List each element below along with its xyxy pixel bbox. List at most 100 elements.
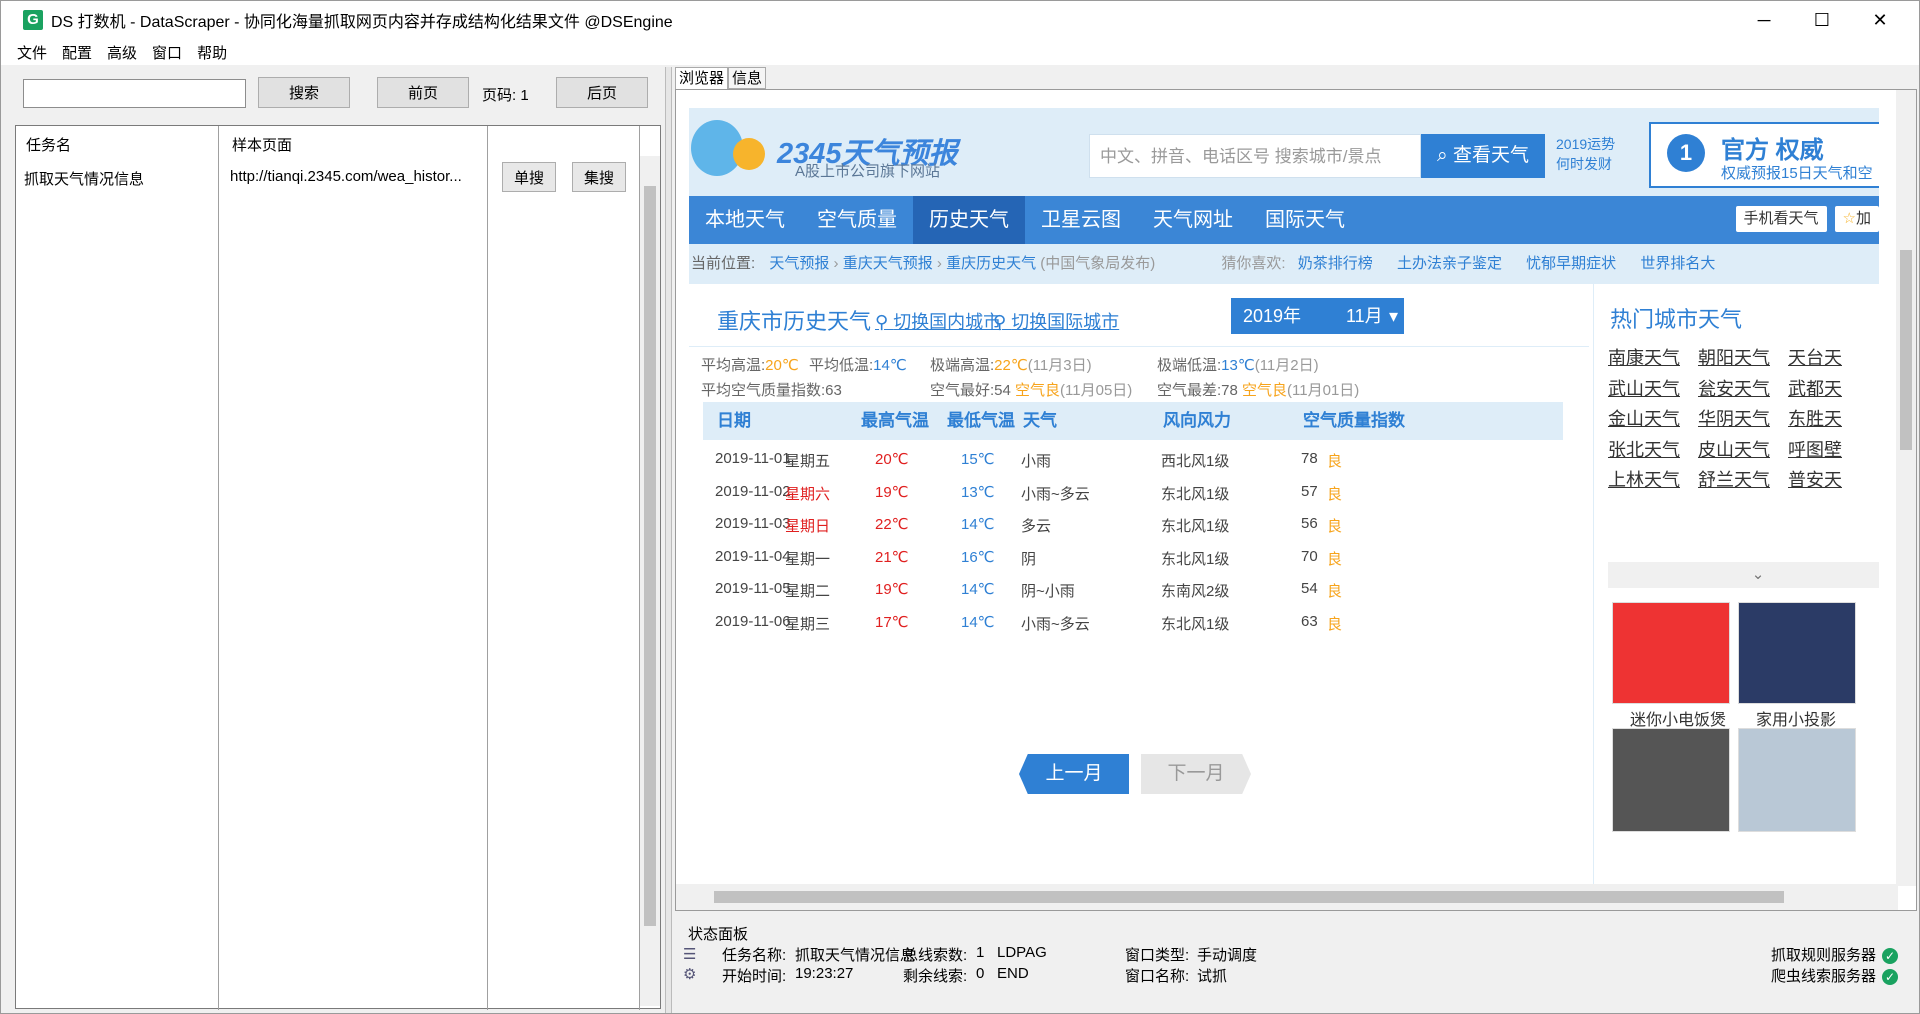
hot-city-link[interactable]: 天台天 bbox=[1788, 344, 1842, 370]
hot-city-link[interactable]: 上林天气 bbox=[1608, 466, 1680, 492]
browser-hscroll[interactable] bbox=[676, 884, 1898, 910]
year-select[interactable]: 2019年▾ bbox=[1231, 298, 1351, 334]
nav-sites[interactable]: 天气网址 bbox=[1137, 196, 1249, 244]
nav-satellite[interactable]: 卫星云图 bbox=[1025, 196, 1137, 244]
minimize-button[interactable]: ─ bbox=[1735, 1, 1793, 39]
row-weather: 阴~小雨 bbox=[1021, 583, 1075, 600]
avg-low-label: 平均低温: bbox=[809, 357, 874, 374]
hot-city-link[interactable]: 舒兰天气 bbox=[1698, 466, 1770, 492]
hot-city-link[interactable]: 华阴天气 bbox=[1698, 405, 1770, 431]
ad-note[interactable]: 2019运势 何时发财 bbox=[1556, 134, 1615, 174]
single-search-button[interactable]: 单搜 bbox=[502, 162, 556, 192]
row-weather: 多云 bbox=[1021, 518, 1052, 535]
crumb-2[interactable]: 重庆天气预报 bbox=[843, 255, 933, 272]
hot-city-link[interactable]: 瓮安天气 bbox=[1698, 375, 1770, 401]
rice-cooker-image[interactable] bbox=[1612, 602, 1730, 704]
guess-3[interactable]: 忧郁早期症状 bbox=[1526, 255, 1616, 272]
city-search-input[interactable]: 中文、拼音、电话区号 搜索城市/景点 bbox=[1089, 134, 1421, 178]
batch-search-button[interactable]: 集搜 bbox=[572, 162, 626, 192]
city-history-title: 重庆市历史天气 bbox=[717, 309, 872, 334]
actions-column bbox=[490, 126, 640, 1010]
skirt-image[interactable] bbox=[1612, 728, 1730, 832]
check-icon: ✓ bbox=[1882, 969, 1899, 985]
aqi-avg-value: 63 bbox=[825, 382, 842, 399]
guess-4[interactable]: 世界排名大 bbox=[1640, 255, 1715, 272]
tab-info[interactable]: 信息 bbox=[728, 67, 767, 89]
hot-city-link[interactable]: 张北天气 bbox=[1608, 436, 1680, 462]
expand-more-button[interactable]: ⌄ bbox=[1608, 562, 1879, 588]
remain-clues-value: 0 bbox=[976, 965, 985, 982]
menu-config[interactable]: 配置 bbox=[62, 42, 92, 63]
window-name-value: 试抓 bbox=[1197, 968, 1228, 985]
scroll-thumb[interactable] bbox=[644, 186, 656, 926]
menu-window[interactable]: 窗口 bbox=[152, 42, 182, 63]
hot-city-link[interactable]: 南康天气 bbox=[1608, 344, 1680, 370]
table-header bbox=[703, 402, 1563, 440]
prev-month-button[interactable]: 上一月 bbox=[1019, 754, 1129, 794]
banner-sub: 权威预报15日天气和空 bbox=[1721, 165, 1873, 182]
row-wind: 西北风1级 bbox=[1161, 453, 1230, 470]
switch-domestic-link[interactable]: ⚲ 切换国内城市 bbox=[875, 308, 1001, 334]
task-scrollbar[interactable] bbox=[640, 156, 660, 1006]
task-search-input[interactable] bbox=[23, 79, 246, 108]
product-2-label[interactable]: 家用小投影 bbox=[1756, 706, 1836, 730]
scroll-thumb[interactable] bbox=[1900, 250, 1912, 450]
search-button[interactable]: 搜索 bbox=[258, 77, 350, 108]
favorite-button[interactable]: ☆加 bbox=[1834, 206, 1879, 232]
close-button[interactable]: ✕ bbox=[1851, 1, 1909, 39]
nav-intl[interactable]: 国际天气 bbox=[1249, 196, 1361, 244]
maximize-button[interactable]: ☐ bbox=[1793, 1, 1851, 39]
projector-image[interactable] bbox=[1738, 602, 1856, 704]
hot-city-link[interactable]: 朝阳天气 bbox=[1698, 344, 1770, 370]
hot-city-link[interactable]: 呼图壁 bbox=[1788, 436, 1842, 462]
switch-intl-link[interactable]: ⚲ 切换国际城市 bbox=[993, 308, 1119, 334]
row-low: 13℃ bbox=[961, 483, 995, 501]
crumb-3[interactable]: 重庆历史天气 bbox=[946, 255, 1036, 272]
scroll-thumb[interactable] bbox=[714, 891, 1784, 903]
nav-history[interactable]: 历史天气 bbox=[913, 196, 1025, 244]
hot-city-link[interactable]: 普安天 bbox=[1788, 466, 1842, 492]
gear-icon[interactable]: ⚙ bbox=[683, 965, 696, 983]
window-type-label: 窗口类型: bbox=[1125, 947, 1190, 964]
house-image[interactable] bbox=[1738, 728, 1856, 832]
th-date: 日期 bbox=[717, 411, 751, 430]
row-weather: 小雨 bbox=[1021, 453, 1052, 470]
hot-city-link[interactable]: 皮山天气 bbox=[1698, 436, 1770, 462]
task-name-column bbox=[16, 126, 219, 1010]
next-month-button[interactable]: 下一月 bbox=[1141, 754, 1251, 794]
ext-high-date: (11月3日) bbox=[1027, 357, 1092, 374]
guess-1[interactable]: 奶茶排行榜 bbox=[1298, 255, 1373, 272]
next-page-button[interactable]: 后页 bbox=[556, 77, 648, 108]
browser-vscroll[interactable] bbox=[1896, 90, 1916, 886]
hot-city-link[interactable]: 东胜天 bbox=[1788, 405, 1842, 431]
check-weather-button[interactable]: ⌕ 查看天气 bbox=[1421, 134, 1545, 178]
menu-advanced[interactable]: 高级 bbox=[107, 42, 137, 63]
total-clues-label: 总线索数: bbox=[903, 947, 968, 964]
month-select[interactable]: 11月 ▾ bbox=[1334, 298, 1404, 334]
menu-help[interactable]: 帮助 bbox=[197, 42, 227, 63]
pin-icon: ⚲ bbox=[875, 312, 894, 332]
nav-local[interactable]: 本地天气 bbox=[689, 196, 801, 244]
menu-file[interactable]: 文件 bbox=[17, 42, 47, 63]
sample-url-cell[interactable]: http://tianqi.2345.com/wea_histor... bbox=[230, 168, 485, 185]
product-1-label[interactable]: 迷你小电饭煲 bbox=[1630, 706, 1726, 730]
hot-city-link[interactable]: 金山天气 bbox=[1608, 405, 1680, 431]
sample-page-column bbox=[221, 126, 488, 1010]
divider bbox=[689, 346, 1589, 347]
tab-browser[interactable]: 浏览器 bbox=[675, 67, 729, 89]
hot-city-link[interactable]: 武山天气 bbox=[1608, 375, 1680, 401]
hot-city-link[interactable]: 武都天 bbox=[1788, 375, 1842, 401]
official-banner[interactable]: 1 官方 权威 权威预报15日天气和空 bbox=[1649, 122, 1879, 188]
aqi-avg-stat: 平均空气质量指数:63 bbox=[701, 379, 842, 400]
best-air-label: 空气最好: bbox=[930, 382, 995, 399]
guess-2[interactable]: 土办法亲子鉴定 bbox=[1397, 255, 1502, 272]
panel-splitter[interactable] bbox=[665, 67, 672, 1013]
nav-air[interactable]: 空气质量 bbox=[801, 196, 913, 244]
task-name-cell[interactable]: 抓取天气情况信息 bbox=[24, 168, 214, 189]
mobile-weather-button[interactable]: 手机看天气 bbox=[1735, 206, 1827, 232]
row-wind: 东北风1级 bbox=[1161, 550, 1230, 568]
site-logo-sub: A股上市公司旗下网站 bbox=[795, 163, 941, 180]
prev-page-button[interactable]: 前页 bbox=[377, 77, 469, 108]
crumb-1[interactable]: 天气预报 bbox=[769, 255, 829, 272]
hot-cities-panel: 热门城市天气 南康天气 朝阳天气 天台天 武山天气 瓮安天气 武都天 金山天气 华阴天气 东胜天… bbox=[1593, 284, 1879, 886]
